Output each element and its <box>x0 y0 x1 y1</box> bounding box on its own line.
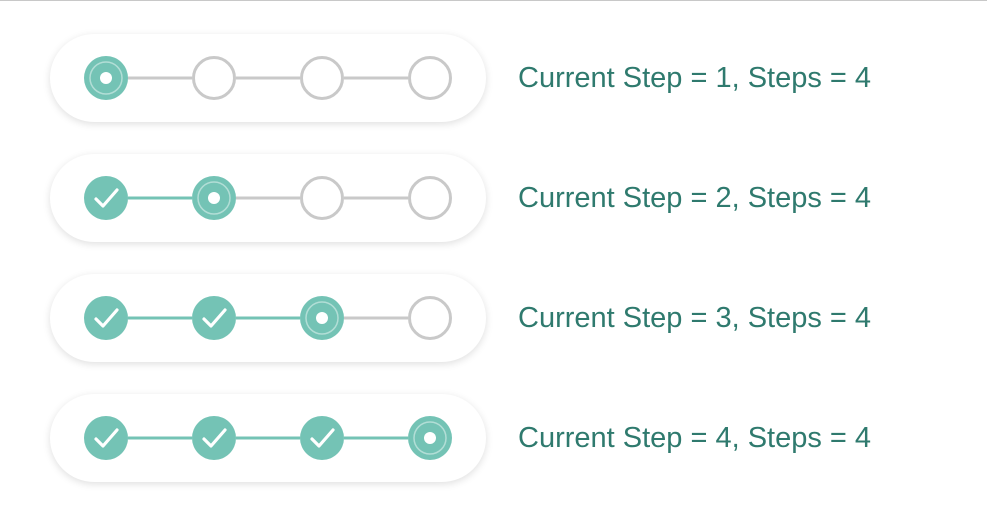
stepper-caption: Current Step = 4, Steps = 4 <box>518 422 872 454</box>
step-pending <box>408 296 452 340</box>
current-dot-icon <box>316 312 328 324</box>
step-pending <box>300 176 344 220</box>
stepper-row-2: Current Step = 2, Steps = 4 <box>50 154 987 242</box>
step-current <box>84 56 128 100</box>
stepper-1 <box>84 56 452 100</box>
top-divider <box>0 0 987 1</box>
stepper-caption: Current Step = 3, Steps = 4 <box>518 302 872 334</box>
step-current <box>192 176 236 220</box>
stepper-row-3: Current Step = 3, Steps = 4 <box>50 274 987 362</box>
step-pending <box>300 56 344 100</box>
stepper-4 <box>84 416 452 460</box>
step-complete <box>192 416 236 460</box>
step-complete <box>84 296 128 340</box>
stepper-row-4: Current Step = 4, Steps = 4 <box>50 394 987 482</box>
step-pending <box>408 56 452 100</box>
current-dot-icon <box>208 192 220 204</box>
current-dot-icon <box>100 72 112 84</box>
step-pending <box>192 56 236 100</box>
step-complete <box>84 176 128 220</box>
step-current <box>300 296 344 340</box>
step-complete <box>84 416 128 460</box>
stepper-3 <box>84 296 452 340</box>
current-dot-icon <box>424 432 436 444</box>
step-pending <box>408 176 452 220</box>
stepper-caption: Current Step = 2, Steps = 4 <box>518 182 872 214</box>
step-current <box>408 416 452 460</box>
stepper-caption: Current Step = 1, Steps = 4 <box>518 62 872 94</box>
step-complete <box>192 296 236 340</box>
step-complete <box>300 416 344 460</box>
stepper-row-1: Current Step = 1, Steps = 4 <box>50 34 987 122</box>
stepper-2 <box>84 176 452 220</box>
